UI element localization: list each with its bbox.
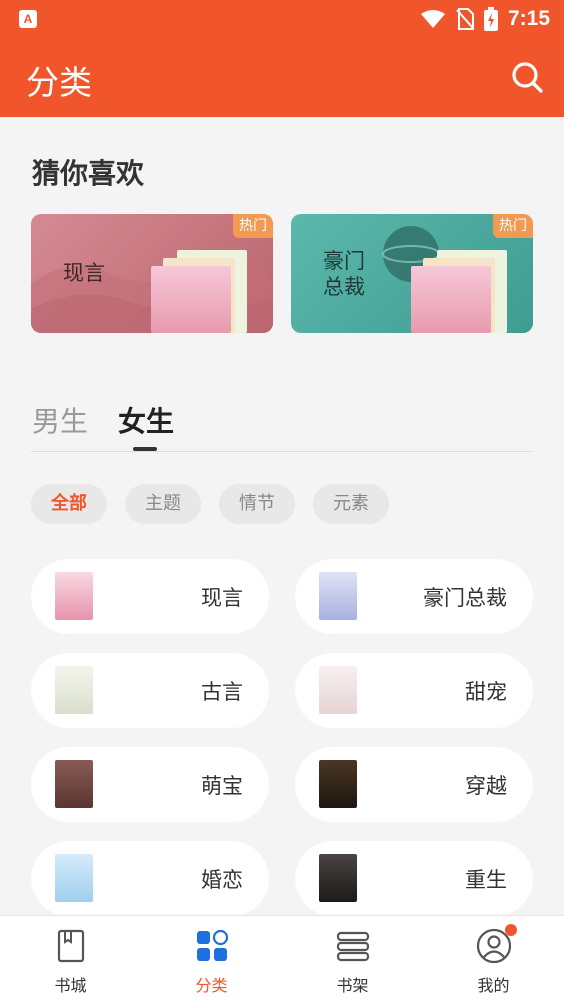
category-card[interactable]: 现言 xyxy=(31,559,269,634)
page-title: 分类 xyxy=(26,63,92,102)
battery-charging-icon xyxy=(483,7,498,31)
category-card[interactable]: 豪门总裁 xyxy=(295,559,533,634)
status-bar: A 7:15 xyxy=(0,0,564,38)
category-card[interactable]: 萌宝 xyxy=(31,747,269,822)
category-book-cover xyxy=(55,854,93,902)
category-name: 重生 xyxy=(465,868,507,892)
category-card[interactable]: 重生 xyxy=(295,841,533,916)
nav-item-profile[interactable]: 我的 xyxy=(423,916,564,1002)
category-name: 甜宠 xyxy=(465,680,507,704)
promo-card-xianyan[interactable]: 现言 热门 xyxy=(31,214,273,333)
app-notification-icon: A xyxy=(19,10,37,28)
nav-item-category[interactable]: 分类 xyxy=(141,916,282,1002)
bookshelf-icon xyxy=(336,931,369,962)
filter-chip-element[interactable]: 元素 xyxy=(313,484,389,524)
book-cover-stack xyxy=(411,250,511,333)
nav-label: 书架 xyxy=(336,976,369,995)
tab-female[interactable]: 女生 xyxy=(118,400,174,440)
book-icon xyxy=(57,929,84,963)
promo-label: 豪门 总裁 xyxy=(323,249,365,299)
gender-tabs: 男生 女生 xyxy=(32,400,174,440)
nav-item-bookstore[interactable]: 书城 xyxy=(0,916,141,1002)
nav-label: 分类 xyxy=(195,976,228,995)
nav-item-bookshelf[interactable]: 书架 xyxy=(282,916,423,1002)
category-name: 穿越 xyxy=(465,774,507,798)
book-cover-stack xyxy=(151,250,251,333)
search-icon[interactable] xyxy=(508,58,548,98)
wifi-icon xyxy=(420,10,445,28)
category-book-cover xyxy=(319,760,357,808)
hot-badge: 热门 xyxy=(493,214,533,238)
status-icons: 7:15 xyxy=(420,5,550,33)
category-book-cover xyxy=(319,666,357,714)
category-card[interactable]: 古言 xyxy=(31,653,269,728)
category-book-cover xyxy=(319,854,357,902)
notification-dot xyxy=(505,924,517,936)
category-name: 古言 xyxy=(201,680,243,704)
nav-label: 书城 xyxy=(54,976,87,995)
category-book-cover xyxy=(319,572,357,620)
category-card[interactable]: 穿越 xyxy=(295,747,533,822)
hot-badge: 热门 xyxy=(233,214,273,238)
no-sim-icon xyxy=(456,8,474,30)
nav-label: 我的 xyxy=(477,976,510,995)
tabs-divider xyxy=(31,451,533,452)
status-time: 7:15 xyxy=(507,7,550,30)
category-book-cover xyxy=(55,666,93,714)
tab-male[interactable]: 男生 xyxy=(32,400,88,440)
filter-chips: 全部 主题 情节 元素 xyxy=(31,484,389,524)
category-name: 婚恋 xyxy=(201,868,243,892)
category-book-cover xyxy=(55,760,93,808)
category-card[interactable]: 甜宠 xyxy=(295,653,533,728)
promo-label: 现言 xyxy=(63,261,105,285)
bottom-navigation: 书城 分类 书架 我的 xyxy=(0,915,564,1002)
category-grid-icon xyxy=(196,929,228,961)
category-card[interactable]: 婚恋 xyxy=(31,841,269,916)
promo-card-haomen-zongcai[interactable]: 豪门 总裁 热门 xyxy=(291,214,533,333)
category-name: 现言 xyxy=(201,586,243,610)
top-app-bar: A 7:15 分类 xyxy=(0,0,564,117)
filter-chip-theme[interactable]: 主题 xyxy=(125,484,201,524)
category-name: 豪门总裁 xyxy=(423,586,507,610)
filter-chip-plot[interactable]: 情节 xyxy=(219,484,295,524)
category-book-cover xyxy=(55,572,93,620)
filter-chip-all[interactable]: 全部 xyxy=(31,484,107,524)
recommend-title: 猜你喜欢 xyxy=(32,157,145,190)
category-name: 萌宝 xyxy=(201,774,243,798)
